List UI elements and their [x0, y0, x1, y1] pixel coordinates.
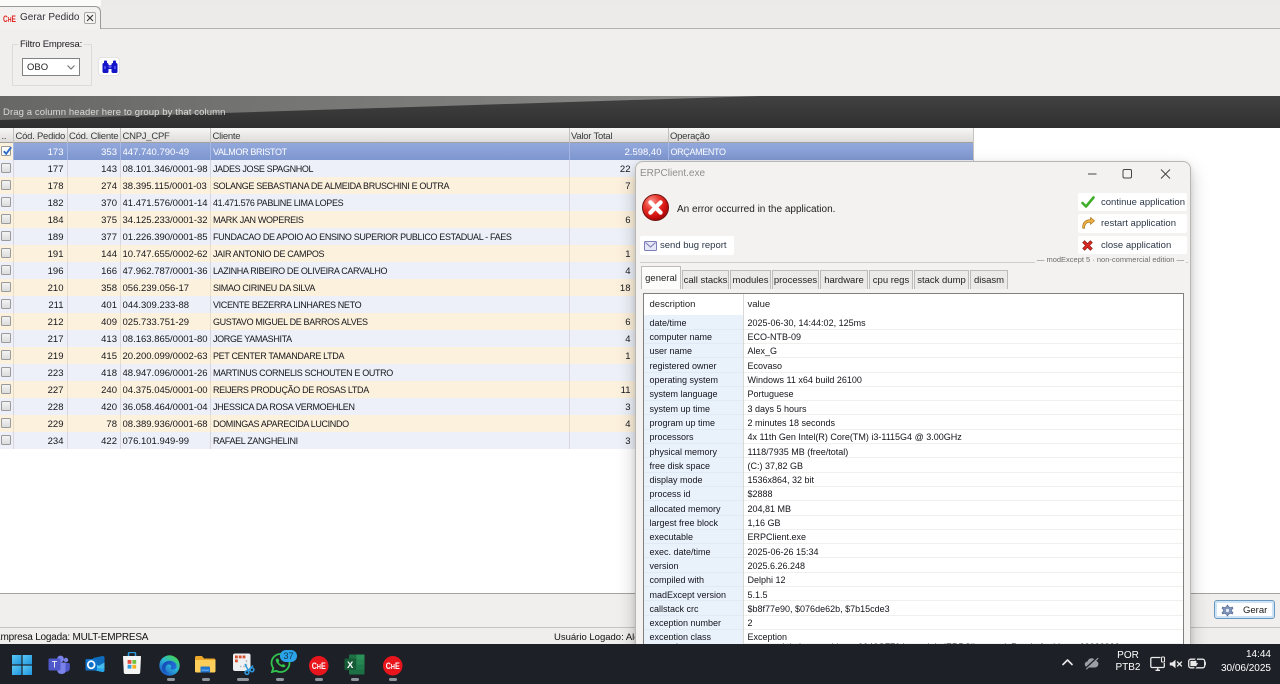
svg-text:CHE: CHE [3, 14, 16, 23]
svg-text:X: X [347, 660, 354, 671]
svg-text:T: T [52, 660, 58, 670]
